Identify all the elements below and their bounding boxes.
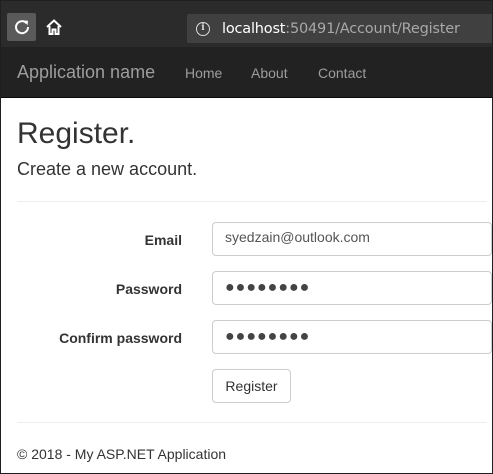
confirm-password-label: Confirm password: [59, 330, 182, 346]
confirm-password-field[interactable]: ●●●●●●●●: [212, 320, 492, 354]
footer-text: © 2018 - My ASP.NET Application: [17, 446, 227, 462]
password-field[interactable]: ●●●●●●●●: [212, 271, 492, 305]
password-label: Password: [115, 281, 182, 297]
home-button[interactable]: [39, 13, 68, 41]
email-field[interactable]: syedzain@outlook.com: [212, 222, 492, 256]
nav-home[interactable]: Home: [185, 65, 222, 81]
reload-button[interactable]: [7, 13, 36, 41]
reload-icon: [14, 20, 29, 35]
page-subtitle: Create a new account.: [17, 159, 198, 179]
address-bar[interactable]: i localhost:50491/Account/Register: [187, 14, 492, 43]
email-label: Email: [144, 232, 182, 248]
nav-about[interactable]: About: [251, 65, 288, 81]
app-navbar: Application name Home About Contact: [1, 47, 492, 98]
home-icon: [45, 19, 62, 35]
browser-window: i localhost:50491/Account/Register Appli…: [0, 0, 493, 474]
url-text: localhost:50491/Account/Register: [222, 21, 460, 37]
register-button[interactable]: Register: [212, 369, 291, 403]
url-host: localhost: [222, 20, 286, 37]
page-title: Register.: [17, 117, 136, 150]
footer-divider: [17, 422, 487, 423]
navbar-brand[interactable]: Application name: [17, 62, 155, 83]
divider: [17, 201, 487, 202]
nav-contact[interactable]: Contact: [318, 65, 366, 81]
browser-toolbar: i localhost:50491/Account/Register: [1, 1, 492, 47]
url-path: :50491/Account/Register: [285, 20, 460, 37]
info-icon[interactable]: i: [196, 21, 210, 36]
